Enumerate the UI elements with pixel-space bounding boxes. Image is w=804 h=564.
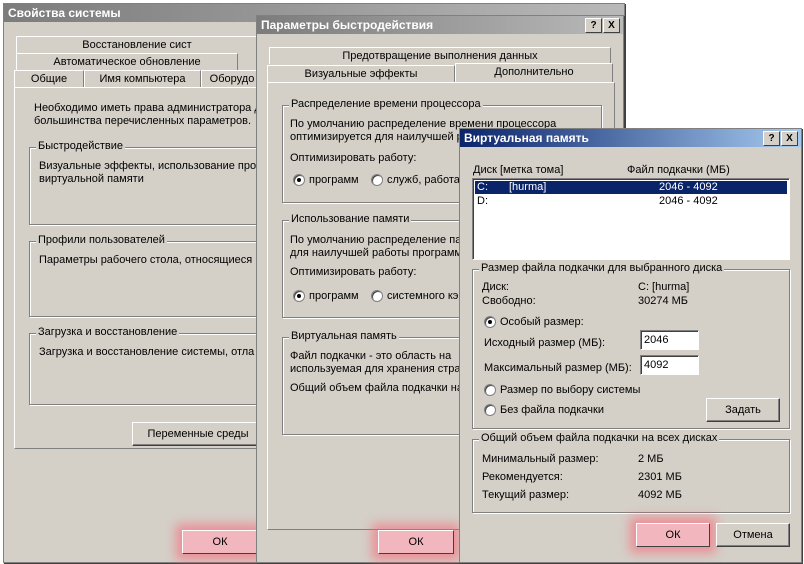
processor-optimize-label: Оптимизировать работу: [290, 152, 417, 164]
current-size-value: 4092 МБ [638, 489, 682, 501]
processor-scheduling-title: Распределение времени процессора [289, 98, 483, 110]
user-profiles-group: Профили пользователей [29, 234, 271, 317]
close-icon[interactable]: X [781, 131, 798, 146]
system-managed-label: Размер по выбору системы [500, 384, 641, 396]
virtual-memory-group-title: Виртуальная память [289, 330, 399, 342]
tab-automatic-updates[interactable]: Автоматическое обновление [16, 53, 238, 70]
no-paging-file-label: Без файла подкачки [500, 404, 604, 416]
performance-group: Быстродействие [29, 140, 271, 225]
total-paging-group-title: Общий объем файла подкачки на всех диска… [479, 432, 720, 444]
performance-options-title: Параметры быстродействия [261, 18, 434, 32]
virtual-memory-title: Виртуальная память [464, 131, 589, 145]
minimum-size-value: 2 МБ [638, 453, 664, 465]
processor-services-label: служб, работа [387, 174, 460, 186]
virtual-memory-window: Виртуальная память ? X Диск [метка тома]… [459, 128, 802, 563]
minimum-size-label: Минимальный размер: [482, 453, 599, 465]
processor-programs-radio[interactable] [293, 174, 305, 186]
system-properties-title: Свойства системы [8, 6, 121, 20]
drive-label: [hurma] [509, 181, 547, 193]
selected-drive-group-title: Размер файла подкачки для выбранного дис… [479, 262, 725, 274]
tab-data-execution-prevention[interactable]: Предотвращение выполнения данных [269, 47, 611, 64]
virtual-memory-text-line2: используемая для хранения стра [290, 363, 461, 375]
memory-optimize-label: Оптимизировать работу: [290, 266, 417, 278]
processor-text-line2: оптимизируется для наилучшей р [290, 131, 463, 143]
system-managed-radio[interactable] [484, 384, 496, 396]
system-properties-ok-button[interactable]: ОК [182, 530, 258, 554]
processor-programs-label: программ [309, 174, 359, 186]
drive-list[interactable]: C: [hurma] 2046 - 4092 D: 2046 - 4092 [472, 178, 790, 260]
performance-text-line2: виртуальной памяти [39, 173, 144, 185]
drive-paging-size: 2046 - 4092 [659, 181, 718, 193]
environment-variables-button[interactable]: Переменные среды [132, 422, 264, 446]
tab-visual-effects[interactable]: Визуальные эффекты [267, 65, 455, 82]
drive-row[interactable]: C: [hurma] 2046 - 4092 [475, 181, 787, 194]
disk-value: C: [hurma] [638, 281, 690, 293]
tab-hardware[interactable]: Оборудо [201, 70, 263, 87]
free-space-label: Свободно: [482, 295, 536, 307]
user-profiles-text: Параметры рабочего стола, относящиеся [39, 254, 253, 266]
memory-system-cache-radio[interactable] [371, 290, 383, 302]
virtual-memory-text-line3: Общий объем файла подкачки на [290, 382, 463, 394]
help-icon[interactable]: ? [585, 18, 602, 33]
tab-system-restore[interactable]: Восстановление сист [16, 36, 258, 53]
initial-size-input[interactable]: 2046 [640, 330, 699, 350]
disk-label: Диск: [482, 281, 509, 293]
memory-text-line2: для наилучшей работы программ [290, 247, 462, 259]
performance-group-title: Быстродействие [36, 140, 125, 152]
user-profiles-group-title: Профили пользователей [36, 234, 167, 246]
virtual-memory-ok-button[interactable]: ОК [636, 523, 710, 547]
help-icon[interactable]: ? [763, 131, 780, 146]
custom-size-radio[interactable] [484, 316, 496, 328]
startup-recovery-text: Загрузка и восстановление системы, отла [39, 346, 255, 358]
tab-computer-name[interactable]: Имя компьютера [84, 70, 201, 87]
memory-system-cache-label: системного кэ [387, 290, 459, 302]
virtual-memory-titlebar[interactable]: Виртуальная память ? X [460, 129, 801, 147]
drive-letter: D: [477, 195, 488, 207]
free-space-value: 30274 МБ [638, 295, 689, 307]
column-header-disk: Диск [метка тома] [473, 164, 564, 176]
startup-recovery-group-title: Загрузка и восстановление [36, 326, 180, 338]
admin-note-line2: большинства перечисленных параметров. [34, 115, 252, 127]
drive-row[interactable]: D: 2046 - 4092 [475, 195, 787, 208]
close-icon[interactable]: X [603, 18, 620, 33]
tab-general[interactable]: Общие [14, 70, 84, 87]
initial-size-label: Исходный размер (МБ): [484, 337, 606, 349]
drive-letter: C: [477, 181, 488, 193]
set-button[interactable]: Задать [706, 398, 780, 422]
memory-text-line1: По умолчанию распределение па [290, 234, 462, 246]
performance-options-titlebar[interactable]: Параметры быстродействия ? X [257, 16, 623, 34]
column-header-paging-file: Файл подкачки (МБ) [627, 164, 730, 176]
no-paging-file-radio[interactable] [484, 404, 496, 416]
recommended-size-label: Рекомендуется: [482, 471, 563, 483]
memory-programs-radio[interactable] [293, 290, 305, 302]
memory-programs-label: программ [309, 290, 359, 302]
startup-recovery-group: Загрузка и восстановление [29, 326, 271, 405]
max-size-label: Максимальный размер (МБ): [484, 362, 632, 374]
recommended-size-value: 2301 МБ [638, 471, 682, 483]
virtual-memory-cancel-button[interactable]: Отмена [716, 523, 790, 547]
tab-advanced[interactable]: Дополнительно [455, 63, 613, 82]
current-size-label: Текущий размер: [482, 489, 570, 501]
max-size-input[interactable]: 4092 [640, 355, 699, 375]
admin-note-line1: Необходимо иметь права администратора д [34, 102, 261, 114]
performance-options-ok-button[interactable]: ОК [378, 530, 454, 554]
virtual-memory-text-line1: Файл подкачки - это область на [290, 350, 452, 362]
drive-paging-size: 2046 - 4092 [659, 195, 718, 207]
memory-usage-title: Использование памяти [289, 213, 412, 225]
processor-services-radio[interactable] [371, 174, 383, 186]
custom-size-label: Особый размер: [500, 316, 584, 328]
performance-text-line1: Визуальные эффекты, использование про [39, 160, 257, 172]
